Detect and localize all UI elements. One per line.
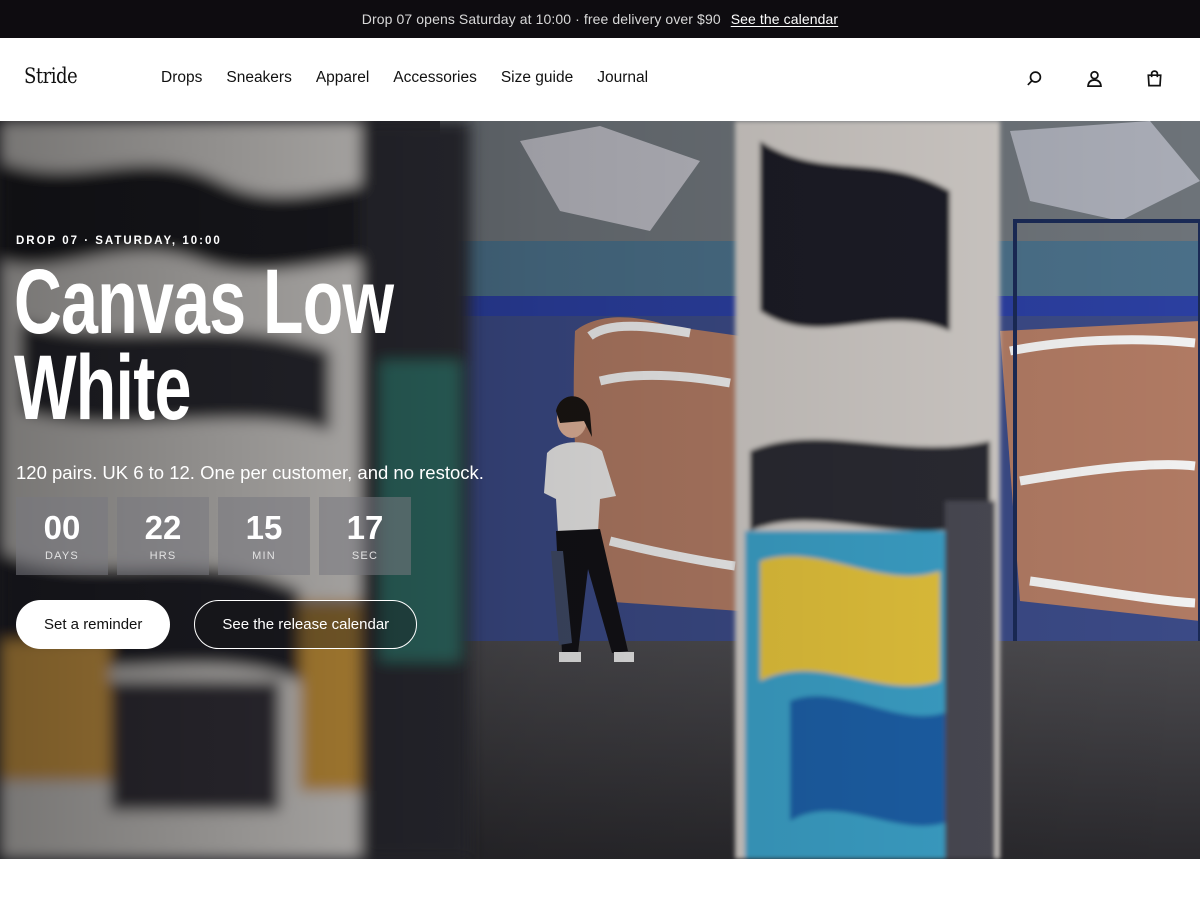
site-header: Stride Drops Sneakers Apparel Accessorie… xyxy=(0,38,1200,121)
hero-background-image xyxy=(0,121,1200,859)
hero-title-line-1: Canvas Low xyxy=(14,251,394,353)
hero-title-line-2: White xyxy=(14,337,191,439)
countdown-hours-value: 22 xyxy=(144,509,182,546)
search-icon[interactable] xyxy=(1024,68,1044,88)
countdown-seconds: 17 SEC xyxy=(319,497,411,575)
nav-item-sneakers[interactable]: Sneakers xyxy=(226,69,291,87)
countdown-timer: 00 DAYS 22 HRS 15 MIN 17 SEC xyxy=(16,497,411,575)
below-fold-area xyxy=(0,859,1200,900)
hero-subline: 120 pairs. UK 6 to 12. One per customer,… xyxy=(16,462,484,483)
countdown-minutes-label: MIN xyxy=(252,550,276,562)
set-reminder-button[interactable]: Set a reminder xyxy=(16,600,171,649)
release-calendar-button[interactable]: See the release calendar xyxy=(194,600,418,649)
countdown-days-value: 00 xyxy=(43,509,81,546)
hero-title: Canvas Low White xyxy=(14,251,417,439)
hero-section: DROP 07 · SATURDAY, 10:00 Canvas Low Whi… xyxy=(0,121,1200,859)
nav-item-drops[interactable]: Drops xyxy=(161,69,202,87)
countdown-hours: 22 HRS xyxy=(117,497,209,575)
nav-item-apparel[interactable]: Apparel xyxy=(316,69,369,87)
bag-icon[interactable] xyxy=(1144,68,1164,88)
see-calendar-link[interactable]: See the calendar xyxy=(731,11,838,27)
countdown-days-label: DAYS xyxy=(45,550,79,562)
hero-eyebrow: DROP 07 · SATURDAY, 10:00 xyxy=(16,235,222,247)
hero-actions: Set a reminder See the release calendar xyxy=(16,600,418,649)
nav-item-size-guide[interactable]: Size guide xyxy=(501,69,573,87)
countdown-seconds-label: SEC xyxy=(351,550,379,562)
nav-item-accessories[interactable]: Accessories xyxy=(393,69,477,87)
announcement-bar: Drop 07 opens Saturday at 10:00 · free d… xyxy=(0,0,1200,38)
countdown-days: 00 DAYS xyxy=(16,497,108,575)
account-icon[interactable] xyxy=(1084,68,1104,88)
countdown-minutes-value: 15 xyxy=(245,509,283,546)
countdown-hours-label: HRS xyxy=(149,550,177,562)
countdown-seconds-value: 17 xyxy=(346,509,384,546)
countdown-minutes: 15 MIN xyxy=(218,497,310,575)
header-icons xyxy=(1024,68,1164,88)
announcement-text: Drop 07 opens Saturday at 10:00 · free d… xyxy=(361,11,721,27)
main-nav: Drops Sneakers Apparel Accessories Size … xyxy=(161,69,672,87)
nav-item-journal[interactable]: Journal xyxy=(597,69,648,87)
logo[interactable]: Stride xyxy=(24,64,78,88)
